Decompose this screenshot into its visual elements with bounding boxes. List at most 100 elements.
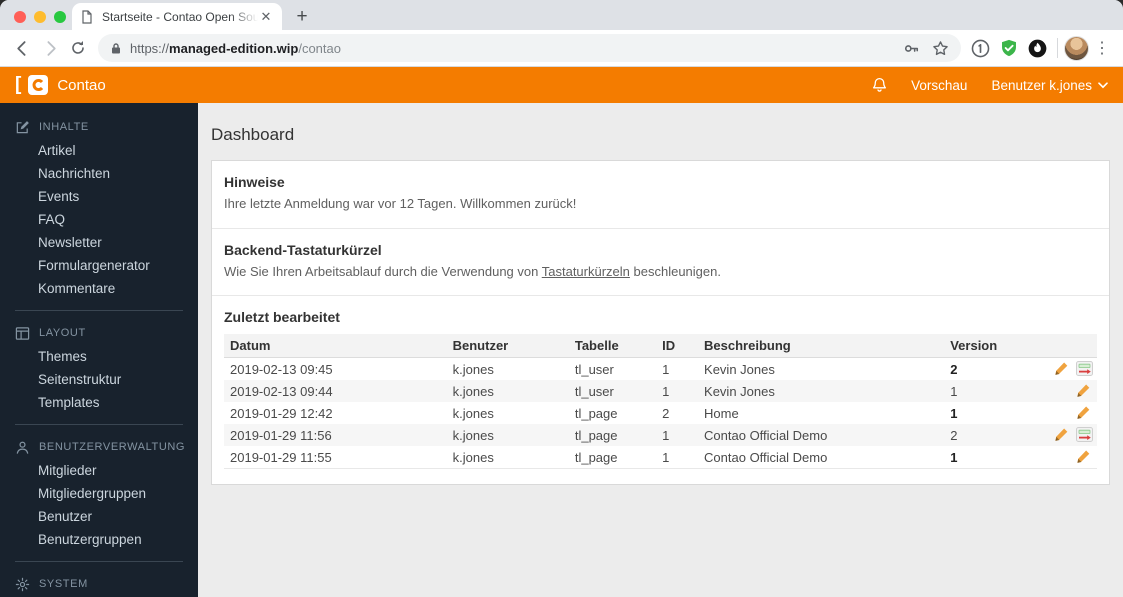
shield-icon[interactable] (1000, 39, 1018, 57)
pencil-icon[interactable] (1075, 449, 1091, 465)
window-minimize-button[interactable] (34, 11, 46, 23)
star-icon[interactable] (932, 40, 949, 57)
notices-text: Ihre letzte Anmeldung war vor 12 Tagen. … (224, 196, 577, 211)
sidebar-group-label: LAYOUT (39, 327, 86, 339)
preview-link[interactable]: Vorschau (911, 78, 967, 93)
pencil-icon[interactable] (1053, 427, 1069, 443)
window-controls (14, 11, 66, 23)
url-scheme: https:// (130, 40, 170, 56)
sidebar-item-kommentare[interactable]: Kommentare (0, 277, 198, 300)
url-path: /contao (298, 40, 341, 56)
cell-actions (1040, 446, 1097, 470)
diff-icon[interactable] (1076, 427, 1094, 443)
extension-icons (971, 39, 1047, 58)
column-header-actions (1040, 334, 1097, 359)
bell-icon[interactable] (872, 77, 887, 93)
forward-icon[interactable] (36, 34, 64, 62)
chevron-down-icon (1098, 81, 1108, 89)
sidebar-group-label: INHALTE (39, 121, 89, 133)
preview-label: Vorschau (911, 77, 968, 93)
cell-beschreibung: Kevin Jones (704, 361, 775, 377)
shortcuts-link[interactable]: Tastaturkürzeln (542, 264, 630, 279)
cell-benutzer: k.jones (446, 446, 569, 470)
cell-id: 2 (662, 405, 670, 421)
shortcuts-text-before: Wie Sie Ihren Arbeitsablauf durch die Ve… (224, 263, 542, 279)
cell-tabelle: tl_user (568, 380, 657, 403)
notices-section: Hinweise Ihre letzte Anmeldung war vor 1… (212, 161, 1109, 228)
recently-edited-table: Datum Benutzer Tabelle ID Beschreibung Versio… (224, 334, 1097, 470)
notices-heading: Hinweise (224, 174, 285, 190)
toolbar-divider (1057, 38, 1058, 58)
cell-tabelle: tl_page (568, 424, 657, 447)
onepassword-icon[interactable] (971, 39, 990, 58)
user-menu[interactable]: Benutzer k.jones (991, 78, 1108, 93)
layout-icon (15, 326, 30, 341)
browser-tab[interactable]: Startseite - Contao Open Sour ✕ (72, 3, 282, 30)
reload-icon[interactable] (64, 34, 92, 62)
cell-actions (1040, 424, 1097, 447)
table-row: 2019-01-29 11:56 k.jones tl_page 1 Contao Of… (224, 424, 1097, 447)
back-icon[interactable] (8, 34, 36, 62)
logo-bracket-icon: [ (15, 73, 22, 95)
cell-beschreibung: Contao Official Demo (698, 424, 945, 447)
contao-mark-icon (28, 75, 49, 95)
sidebar-group-system: SYSTEM (0, 572, 198, 596)
sidebar-divider (15, 424, 183, 425)
pencil-icon[interactable] (1075, 405, 1091, 421)
sidebar-item-mitglieder[interactable]: Mitglieder (0, 459, 198, 482)
browser-menu-icon[interactable]: ⋮ (1089, 35, 1115, 61)
sidebar-item-mitgliedergruppen[interactable]: Mitgliedergruppen (0, 482, 198, 505)
browser-window: Startseite - Contao Open Sour ✕ + https:… (0, 0, 1123, 597)
brand-name: Contao (57, 76, 106, 94)
tab-title: Startseite - Contao Open Sour (102, 9, 258, 24)
sidebar-item-faq[interactable]: FAQ (0, 208, 198, 231)
window-zoom-button[interactable] (54, 11, 66, 23)
sidebar-item-events[interactable]: Events (0, 185, 198, 208)
table-row: 2019-02-13 09:45 k.jones tl_user 1 Kevin Jon… (224, 358, 1097, 381)
sidebar-item-benutzergruppen[interactable]: Benutzergruppen (0, 528, 198, 551)
sidebar-item-themes[interactable]: Themes (0, 345, 198, 368)
browser-profile-avatar[interactable] (1064, 35, 1089, 61)
cell-datum: 2019-01-29 11:55 (224, 446, 447, 470)
address-bar[interactable]: https://managed-edition.wip/contao (98, 34, 961, 62)
pencil-icon[interactable] (1053, 361, 1069, 377)
sidebar-item-benutzer[interactable]: Benutzer (0, 505, 198, 528)
diff-icon[interactable] (1076, 361, 1094, 377)
cell-actions (1040, 380, 1097, 403)
column-header-id: ID (656, 334, 699, 359)
cell-version: 1 (950, 405, 958, 421)
sidebar-item-seitenstruktur[interactable]: Seitenstruktur (0, 368, 198, 391)
tab-close-icon[interactable]: ✕ (258, 9, 274, 25)
edit-note-icon (15, 120, 30, 135)
cell-beschreibung: Home (704, 405, 739, 421)
cell-tabelle: tl_page (568, 446, 657, 470)
sidebar-group-inhalte: INHALTE (0, 115, 198, 139)
shortcuts-text-after: beschleunigen. (629, 263, 721, 279)
tab-strip: Startseite - Contao Open Sour ✕ + (0, 0, 1123, 30)
url-text: https://managed-edition.wip/contao (130, 41, 895, 56)
favicon-doc-icon (80, 9, 94, 24)
sidebar-item-newsletter[interactable]: Newsletter (0, 231, 198, 254)
window-close-button[interactable] (14, 11, 26, 23)
sidebar-group-layout: LAYOUT (0, 321, 198, 345)
pencil-icon[interactable] (1075, 383, 1091, 399)
cell-beschreibung: Kevin Jones (698, 380, 945, 403)
user-menu-label: Benutzer k.jones (991, 77, 1092, 93)
table-row: 2019-01-29 11:55 k.jones tl_page 1 Contao Of… (224, 446, 1097, 470)
sidebar-item-formulargenerator[interactable]: Formulargenerator (0, 254, 198, 277)
sidebar-item-nachrichten[interactable]: Nachrichten (0, 162, 198, 185)
key-icon[interactable] (903, 40, 920, 57)
cell-beschreibung: Contao Official Demo (698, 446, 945, 470)
cell-datum: 2019-01-29 12:42 (230, 405, 333, 421)
contao-logo[interactable]: [ Contao (15, 75, 106, 95)
flame-icon[interactable] (1028, 39, 1047, 58)
url-domain: managed-edition.wip (169, 40, 299, 56)
cell-id: 1 (656, 424, 699, 447)
sidebar-item-templates[interactable]: Templates (0, 391, 198, 414)
column-header-benutzer: Benutzer (446, 334, 569, 359)
cell-datum: 2019-02-13 09:45 (230, 361, 333, 377)
table-row: 2019-02-13 09:44 k.jones tl_user 1 Kevin Jon… (224, 380, 1097, 403)
new-tab-button[interactable]: + (288, 3, 316, 30)
sidebar-item-artikel[interactable]: Artikel (0, 139, 198, 162)
header-actions: Vorschau Benutzer k.jones (872, 77, 1108, 93)
